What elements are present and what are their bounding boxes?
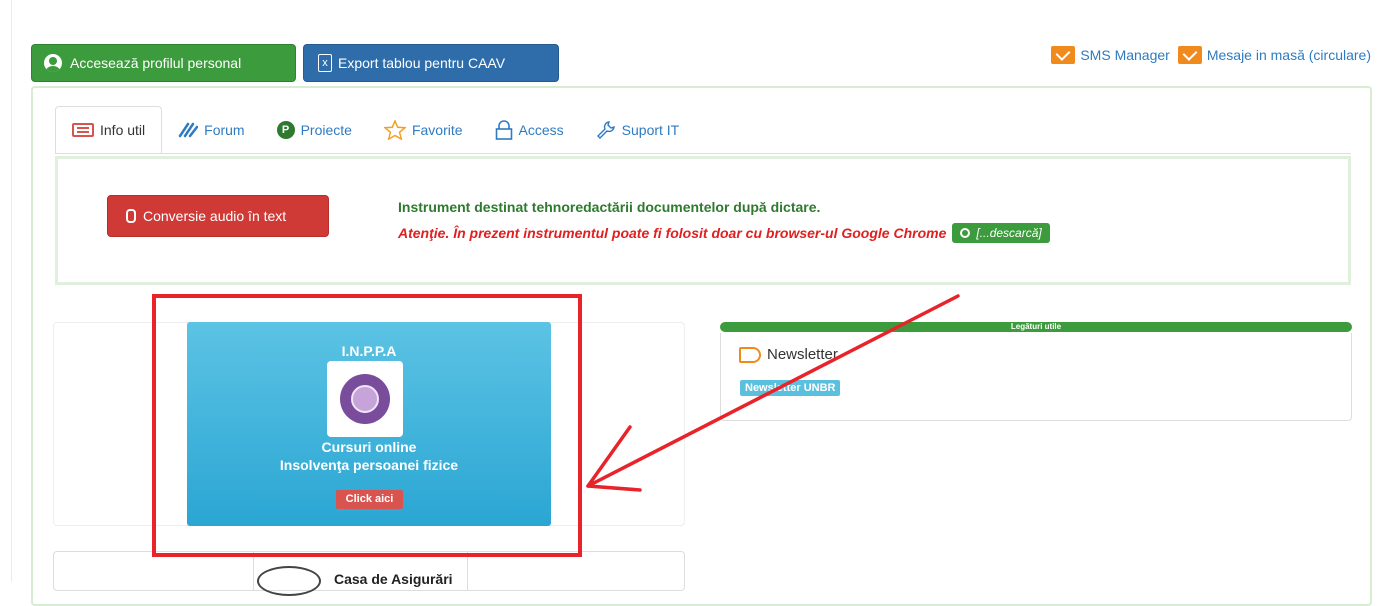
- newsletter-heading: Newsletter: [739, 346, 838, 363]
- tab-favorite[interactable]: Favorite: [368, 106, 479, 154]
- tab-label: Favorite: [411, 122, 463, 138]
- tab-info-util[interactable]: Info util: [55, 106, 163, 154]
- chrome-download-button[interactable]: [...descarcă]: [952, 223, 1050, 243]
- tab-suport-it[interactable]: Suport IT: [580, 106, 696, 154]
- audio-warning: Atenţie. În prezent instrumentul poate f…: [398, 223, 1050, 243]
- tab-divider: [55, 153, 1351, 154]
- export-button-label: Export tablou pentru CAAV: [338, 55, 506, 71]
- profile-button[interactable]: Accesează profilul personal: [31, 44, 296, 82]
- tab-label: Proiecte: [300, 122, 352, 138]
- audio-button-label: Conversie audio în text: [143, 208, 287, 224]
- mail-icon: [1051, 46, 1076, 64]
- tab-label: Forum: [204, 122, 245, 138]
- tab-label: Info util: [100, 122, 146, 138]
- download-label: [...descarcă]: [976, 226, 1042, 240]
- newsletter-title: Newsletter: [767, 346, 838, 363]
- mass-messages-label: Mesaje in masă (circulare): [1206, 47, 1371, 63]
- tab-proiecte[interactable]: P Proiecte: [261, 106, 368, 154]
- wrench-icon: [596, 121, 615, 139]
- megaphone-icon: [739, 346, 761, 363]
- audio-to-text-button[interactable]: Conversie audio în text: [107, 195, 329, 237]
- casa-asigurari-seal-icon: [257, 566, 321, 596]
- excel-icon: x: [318, 54, 332, 72]
- tab-label: Suport IT: [621, 122, 680, 138]
- sms-manager-link[interactable]: SMS Manager: [1051, 46, 1170, 64]
- lock-icon: [495, 120, 512, 140]
- audio-warning-text: Atenţie. În prezent instrumentul poate f…: [398, 225, 947, 241]
- chrome-icon: [960, 228, 971, 238]
- microphone-icon: [126, 209, 136, 223]
- p-circle-icon: P: [276, 121, 295, 139]
- tab-bar: Info util Forum P Proiecte Favorite Acce…: [55, 106, 695, 154]
- user-circle-icon: [44, 54, 62, 72]
- annotation-highlight-box: [152, 294, 582, 557]
- newsletter-unbr-link[interactable]: Newsletter UNBR: [740, 380, 841, 396]
- top-links: SMS Manager Mesaje in masă (circulare): [1043, 46, 1371, 64]
- export-caav-button[interactable]: x Export tablou pentru CAAV: [303, 44, 559, 82]
- newspaper-icon: [72, 123, 94, 137]
- mass-messages-link[interactable]: Mesaje in masă (circulare): [1177, 46, 1371, 64]
- tab-forum[interactable]: Forum: [162, 106, 260, 154]
- useful-links-header: Legături utile: [720, 322, 1352, 332]
- audio-description: Instrument destinat tehnoredactării docu…: [398, 199, 821, 215]
- profile-button-label: Accesează profilul personal: [70, 55, 242, 71]
- mail-icon: [1177, 46, 1202, 64]
- sms-manager-label: SMS Manager: [1080, 47, 1170, 63]
- forum-icon: [178, 122, 199, 138]
- tab-access[interactable]: Access: [479, 106, 580, 154]
- left-border-line: [11, 0, 12, 582]
- second-card-title: Casa de Asigurări: [334, 571, 453, 587]
- tab-label: Access: [518, 122, 564, 138]
- star-icon: [383, 120, 406, 140]
